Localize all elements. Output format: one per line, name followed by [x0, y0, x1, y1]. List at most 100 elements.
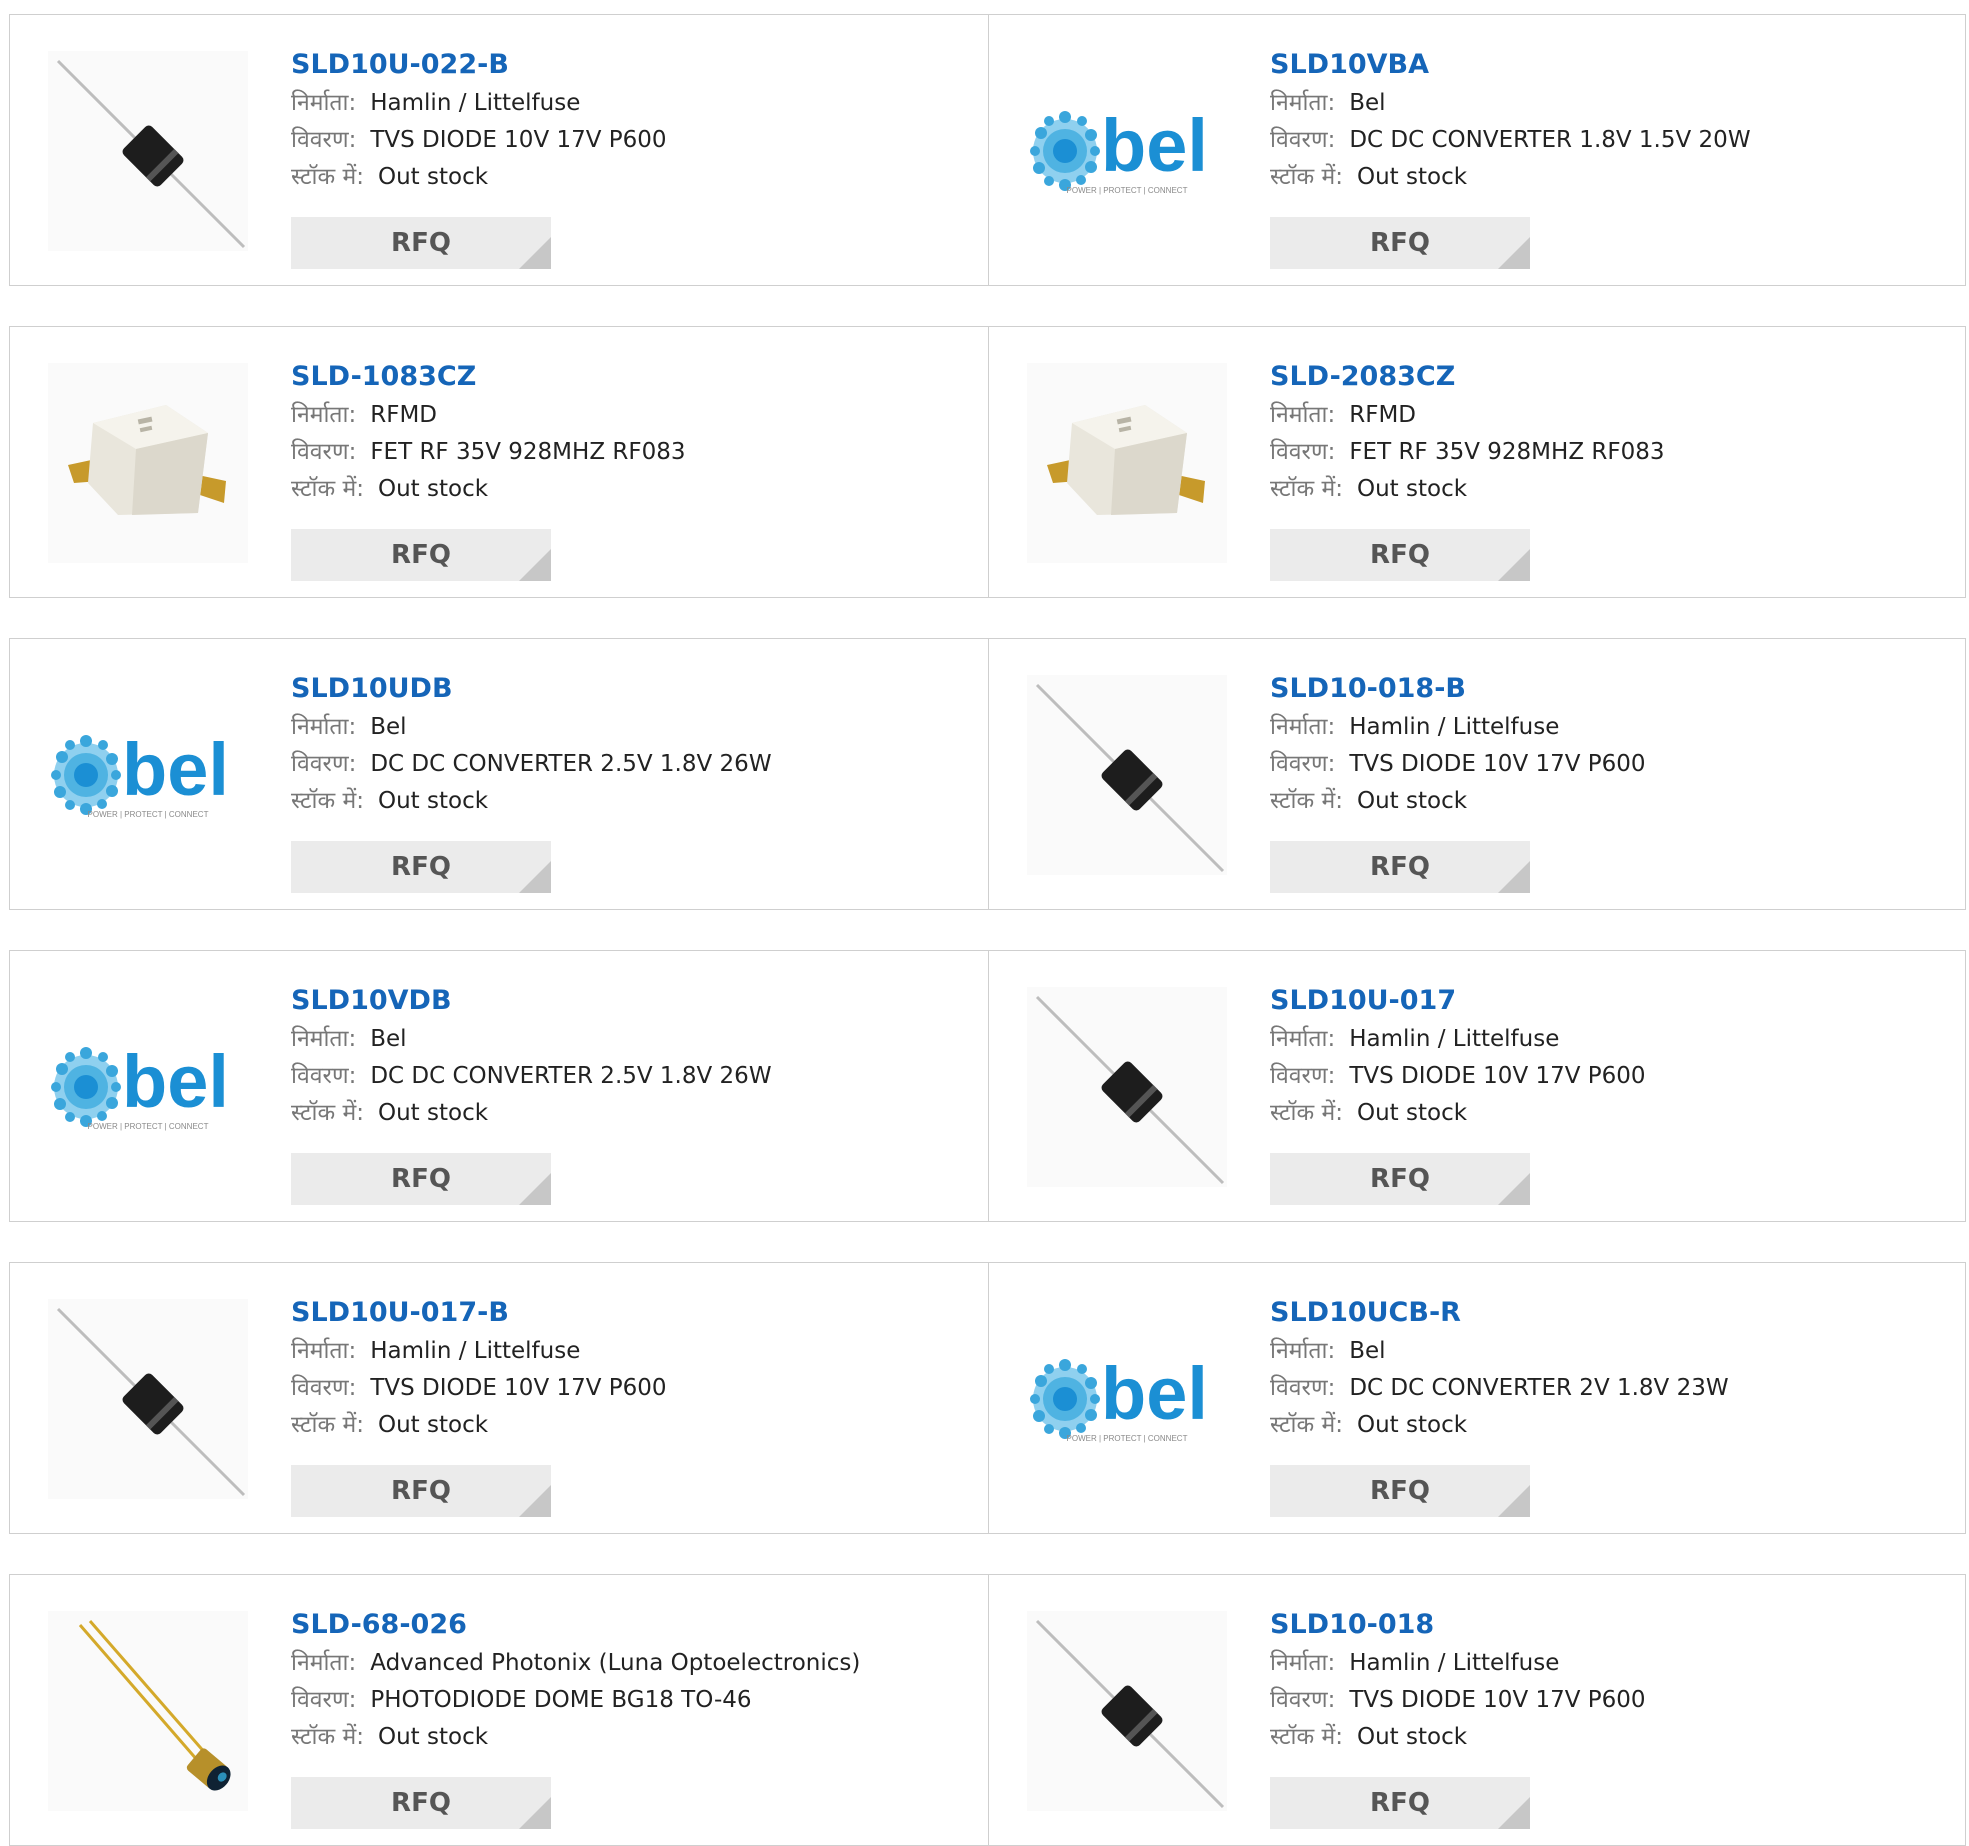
description-label: विवरण:	[291, 439, 357, 465]
corner-triangle-icon	[1498, 1485, 1530, 1517]
description-label: विवरण:	[1270, 439, 1336, 465]
part-number-link[interactable]: SLD-2083CZ	[1270, 357, 1665, 397]
rfq-button[interactable]: RFQ	[1270, 529, 1530, 581]
rfq-button[interactable]: RFQ	[291, 1153, 551, 1205]
manufacturer-label: निर्माता:	[291, 402, 357, 428]
stock-line: स्टॉक में: Out stock	[291, 783, 772, 820]
product-info: SLD-68-026 निर्माता: Advanced Photonix (Lu…	[291, 1605, 860, 1756]
rfq-button[interactable]: RFQ	[291, 529, 551, 581]
rfq-button[interactable]: RFQ	[291, 217, 551, 269]
rfq-button[interactable]: RFQ	[1270, 217, 1530, 269]
manufacturer-line: निर्माता: Bel	[1270, 1333, 1729, 1370]
part-number-link[interactable]: SLD10-018	[1270, 1605, 1646, 1645]
stock-value: Out stock	[1356, 164, 1468, 190]
corner-triangle-icon	[519, 1173, 551, 1205]
part-number-link[interactable]: SLD-68-026	[291, 1605, 860, 1645]
stock-label: स्टॉक में:	[291, 164, 364, 190]
description-label: विवरण:	[1270, 1063, 1336, 1089]
product-card: SLD-1083CZ निर्माता: RFMD विवरण: FET RF 35V …	[10, 327, 988, 597]
part-number-link[interactable]: SLD10-018-B	[1270, 669, 1646, 709]
product-row: SLD-1083CZ निर्माता: RFMD विवरण: FET RF 35V …	[9, 326, 1966, 598]
description-line: विवरण: PHOTODIODE DOME BG18 TO-46	[291, 1682, 860, 1719]
part-number-link[interactable]: SLD10VBA	[1270, 45, 1751, 85]
rf-fet-package-icon[interactable]	[48, 363, 248, 563]
product-card: SLD-2083CZ निर्माता: RFMD विवरण: FET RF 35V …	[988, 327, 1966, 597]
stock-line: स्टॉक में: Out stock	[291, 1719, 860, 1756]
tvs-diode-icon[interactable]	[1027, 987, 1227, 1187]
rfq-button[interactable]: RFQ	[291, 841, 551, 893]
description-value: TVS DIODE 10V 17V P600	[370, 1375, 667, 1401]
manufacturer-value: Hamlin / Littelfuse	[1349, 1026, 1560, 1052]
manufacturer-value: RFMD	[370, 402, 438, 428]
product-info: SLD10U-017 निर्माता: Hamlin / Littelfuse वि…	[1270, 981, 1646, 1132]
description-line: विवरण: DC DC CONVERTER 1.8V 1.5V 20W	[1270, 122, 1751, 159]
tvs-diode-icon[interactable]	[1027, 1611, 1227, 1811]
description-line: विवरण: DC DC CONVERTER 2.5V 1.8V 26W	[291, 746, 772, 783]
tvs-diode-icon[interactable]	[48, 51, 248, 251]
product-info: SLD10UDB निर्माता: Bel विवरण: DC DC CONVERTE…	[291, 669, 772, 820]
part-number-link[interactable]: SLD10VDB	[291, 981, 772, 1021]
stock-label: स्टॉक में:	[291, 476, 364, 502]
stock-line: स्टॉक में: Out stock	[1270, 1719, 1646, 1756]
stock-label: स्टॉक में:	[291, 1412, 364, 1438]
part-number-link[interactable]: SLD10U-022-B	[291, 45, 667, 85]
product-info: SLD-2083CZ निर्माता: RFMD विवरण: FET RF 35V …	[1270, 357, 1665, 508]
description-label: विवरण:	[291, 127, 357, 153]
rfq-button[interactable]: RFQ	[1270, 1465, 1530, 1517]
stock-line: स्टॉक में: Out stock	[1270, 159, 1751, 196]
bel-logo[interactable]: bel POWER | PROTECT | CONNECT	[48, 675, 248, 875]
description-value: DC DC CONVERTER 2V 1.8V 23W	[1349, 1375, 1729, 1401]
tvs-diode-icon[interactable]	[48, 1299, 248, 1499]
manufacturer-line: निर्माता: Hamlin / Littelfuse	[1270, 1645, 1646, 1682]
description-value: TVS DIODE 10V 17V P600	[1349, 1687, 1646, 1713]
part-number-link[interactable]: SLD10UDB	[291, 669, 772, 709]
description-value: PHOTODIODE DOME BG18 TO-46	[370, 1687, 752, 1713]
part-number-link[interactable]: SLD10U-017-B	[291, 1293, 667, 1333]
bel-logo[interactable]: bel POWER | PROTECT | CONNECT	[1027, 1299, 1227, 1499]
manufacturer-line: निर्माता: Hamlin / Littelfuse	[1270, 709, 1646, 746]
description-line: विवरण: DC DC CONVERTER 2V 1.8V 23W	[1270, 1370, 1729, 1407]
photodiode-icon[interactable]	[48, 1611, 248, 1811]
description-value: DC DC CONVERTER 2.5V 1.8V 26W	[370, 751, 772, 777]
part-number-link[interactable]: SLD10U-017	[1270, 981, 1646, 1021]
description-label: विवरण:	[291, 1063, 357, 1089]
bel-logo[interactable]: bel POWER | PROTECT | CONNECT	[1027, 51, 1227, 251]
bel-logo-wordmark: bel	[122, 728, 229, 811]
bel-logo-tagline: POWER | PROTECT | CONNECT	[1067, 1434, 1188, 1443]
bel-logo-tagline: POWER | PROTECT | CONNECT	[88, 1122, 209, 1131]
stock-value: Out stock	[377, 476, 489, 502]
stock-line: स्टॉक में: Out stock	[291, 1095, 772, 1132]
manufacturer-value: Hamlin / Littelfuse	[1349, 714, 1560, 740]
description-label: विवरण:	[1270, 1687, 1336, 1713]
rf-fet-package-icon[interactable]	[1027, 363, 1227, 563]
manufacturer-value: Hamlin / Littelfuse	[370, 1338, 581, 1364]
stock-value: Out stock	[377, 1100, 489, 1126]
rfq-button[interactable]: RFQ	[291, 1777, 551, 1829]
manufacturer-label: निर्माता:	[291, 1650, 357, 1676]
product-info: SLD10-018-B निर्माता: Hamlin / Littelfuse व…	[1270, 669, 1646, 820]
stock-line: स्टॉक में: Out stock	[291, 471, 686, 508]
stock-label: स्टॉक में:	[291, 1724, 364, 1750]
product-card: SLD-68-026 निर्माता: Advanced Photonix (Lu…	[10, 1575, 988, 1845]
product-row: SLD10U-022-B निर्माता: Hamlin / Littelfuse…	[9, 14, 1966, 286]
manufacturer-label: निर्माता:	[1270, 714, 1336, 740]
stock-label: स्टॉक में:	[1270, 1724, 1343, 1750]
product-card: SLD10-018-B निर्माता: Hamlin / Littelfuse व…	[988, 639, 1966, 909]
part-number-link[interactable]: SLD10UCB-R	[1270, 1293, 1729, 1333]
manufacturer-line: निर्माता: Hamlin / Littelfuse	[1270, 1021, 1646, 1058]
product-row: SLD10U-017-B निर्माता: Hamlin / Littelfuse…	[9, 1262, 1966, 1534]
rfq-button[interactable]: RFQ	[291, 1465, 551, 1517]
product-row: bel POWER | PROTECT | CONNECT SLD10VDB निर…	[9, 950, 1966, 1222]
bel-logo[interactable]: bel POWER | PROTECT | CONNECT	[48, 987, 248, 1187]
rfq-button-label: RFQ	[1370, 852, 1430, 882]
product-card: bel POWER | PROTECT | CONNECT SLD10VBA निर…	[988, 15, 1966, 285]
rfq-button[interactable]: RFQ	[1270, 1777, 1530, 1829]
manufacturer-line: निर्माता: Bel	[291, 1021, 772, 1058]
rfq-button-label: RFQ	[391, 1476, 451, 1506]
product-info: SLD10U-022-B निर्माता: Hamlin / Littelfuse…	[291, 45, 667, 196]
tvs-diode-icon[interactable]	[1027, 675, 1227, 875]
rfq-button[interactable]: RFQ	[1270, 1153, 1530, 1205]
rfq-button[interactable]: RFQ	[1270, 841, 1530, 893]
part-number-link[interactable]: SLD-1083CZ	[291, 357, 686, 397]
product-card: bel POWER | PROTECT | CONNECT SLD10UDB निर…	[10, 639, 988, 909]
